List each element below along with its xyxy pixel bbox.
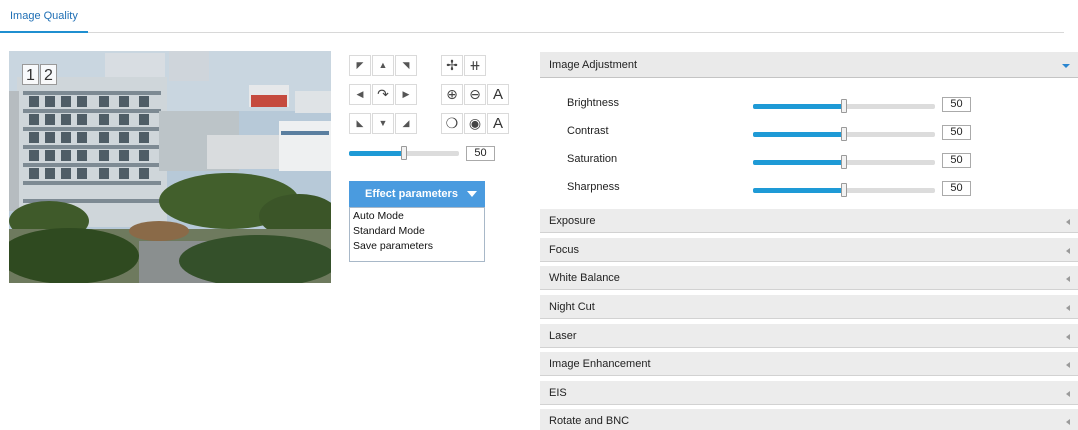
slider-thumb[interactable] [841, 155, 847, 169]
iris-close-icon[interactable]: ◉ [464, 113, 486, 134]
arrow-down-icon[interactable]: ▼ [372, 113, 394, 134]
tab-image-quality[interactable]: Image Quality [0, 0, 88, 33]
contrast-slider[interactable] [753, 124, 935, 144]
effect-parameters-menu: Auto Mode Standard Mode Save parameters [349, 207, 485, 262]
section-exposure[interactable]: Exposure [540, 208, 1078, 233]
section-eis[interactable]: EIS [540, 380, 1078, 405]
chevron-left-icon [1066, 391, 1070, 397]
chevron-left-icon [1066, 419, 1070, 425]
caret-down-icon [467, 191, 477, 197]
section-night-cut[interactable]: Night Cut [540, 294, 1078, 319]
menu-item-standard-mode[interactable]: Standard Mode [350, 225, 484, 238]
arrow-down-right-icon[interactable]: ◢ [395, 113, 417, 134]
effect-parameters-button[interactable]: Effect parameters [349, 181, 485, 207]
brightness-label: Brightness [567, 97, 619, 109]
video-preview[interactable]: 1 2 [9, 51, 331, 283]
slider-fill [753, 160, 844, 165]
slider-fill [349, 151, 404, 156]
section-image-enhancement[interactable]: Image Enhancement [540, 351, 1078, 376]
contrast-value[interactable]: 50 [942, 125, 971, 140]
ptz-speed-slider[interactable] [349, 143, 459, 163]
section-title: White Balance [549, 272, 620, 284]
slider-fill [753, 104, 844, 109]
section-white-balance[interactable]: White Balance [540, 265, 1078, 290]
slider-fill [753, 132, 844, 137]
slider-thumb[interactable] [841, 183, 847, 197]
rotate-icon[interactable]: ↷ [372, 84, 394, 105]
section-title: EIS [549, 387, 567, 399]
section-title: Image Enhancement [549, 358, 651, 370]
channel-1-label[interactable]: 1 [22, 64, 39, 85]
chevron-left-icon [1066, 219, 1070, 225]
saturation-slider[interactable] [753, 152, 935, 172]
saturation-label: Saturation [567, 153, 618, 165]
channel-2-label[interactable]: 2 [40, 64, 57, 85]
arrow-left-icon[interactable]: ◀ [349, 84, 371, 105]
focus-a-icon[interactable]: A [487, 84, 509, 105]
sharpness-slider[interactable] [753, 180, 935, 200]
sharpness-label: Sharpness [567, 181, 620, 193]
chevron-left-icon [1066, 305, 1070, 311]
sharpness-value[interactable]: 50 [942, 181, 971, 196]
effect-parameters-label: Effect parameters [365, 188, 458, 200]
slider-fill [753, 188, 844, 193]
arrow-down-left-icon[interactable]: ◣ [349, 113, 371, 134]
slider-thumb[interactable] [841, 99, 847, 113]
section-title: Laser [549, 330, 577, 342]
contrast-label: Contrast [567, 125, 609, 137]
section-title: Image Adjustment [549, 59, 638, 71]
arrow-up-icon[interactable]: ▲ [372, 55, 394, 76]
menu-item-auto-mode[interactable]: Auto Mode [350, 210, 484, 223]
chevron-left-icon [1066, 276, 1070, 282]
section-laser[interactable]: Laser [540, 323, 1078, 348]
slider-thumb[interactable] [841, 127, 847, 141]
camera-scene-image [9, 51, 331, 283]
saturation-value[interactable]: 50 [942, 153, 971, 168]
chevron-left-icon [1066, 362, 1070, 368]
zoom-in-icon[interactable]: ⊕ [441, 84, 463, 105]
section-title: Night Cut [549, 301, 595, 313]
arrow-up-left-icon[interactable]: ◤ [349, 55, 371, 76]
brightness-value[interactable]: 50 [942, 97, 971, 112]
slider-thumb[interactable] [401, 146, 407, 160]
light-icon[interactable]: ⧺ [464, 55, 486, 76]
iris-a-icon[interactable]: A [487, 113, 509, 134]
chevron-left-icon [1066, 248, 1070, 254]
chevron-down-icon [1062, 64, 1070, 68]
section-image-adjustment[interactable]: Image Adjustment [540, 51, 1078, 78]
brightness-slider[interactable] [753, 96, 935, 116]
wiper-icon[interactable]: ✢ [441, 55, 463, 76]
arrow-right-icon[interactable]: ▶ [395, 84, 417, 105]
section-focus[interactable]: Focus [540, 237, 1078, 262]
section-title: Exposure [549, 215, 596, 227]
tab-bar: Image Quality [0, 0, 1064, 33]
iris-open-icon[interactable]: ❍ [441, 113, 463, 134]
menu-item-save-parameters[interactable]: Save parameters [350, 240, 484, 253]
ptz-speed-value[interactable]: 50 [466, 146, 495, 161]
section-rotate-and-bnc[interactable]: Rotate and BNC [540, 408, 1078, 430]
zoom-out-icon[interactable]: ⊖ [464, 84, 486, 105]
chevron-left-icon [1066, 334, 1070, 340]
section-title: Focus [549, 244, 579, 256]
section-title: Rotate and BNC [549, 415, 630, 427]
arrow-up-right-icon[interactable]: ◥ [395, 55, 417, 76]
